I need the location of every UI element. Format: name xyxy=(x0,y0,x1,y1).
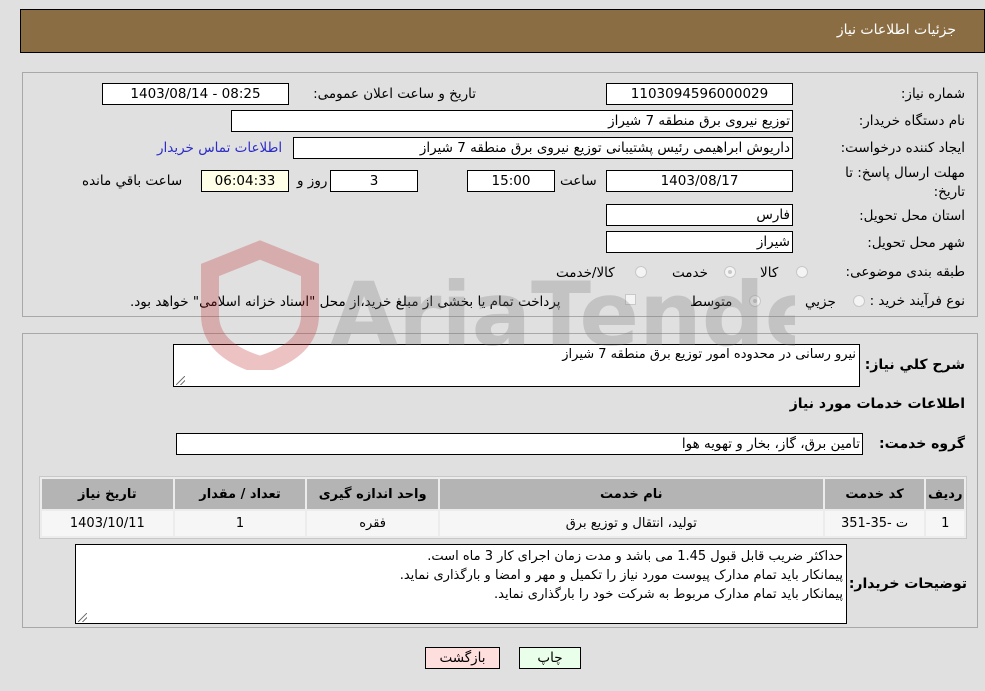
province-label: استان محل تحویل: xyxy=(859,208,965,224)
col-header-unit: واحد اندازه گیری xyxy=(307,479,438,509)
remaining-days-field[interactable]: 3 xyxy=(330,170,418,192)
treasury-checkbox-label: پرداخت تمام یا بخشی از مبلغ خرید،از محل … xyxy=(130,294,561,310)
cell-row: 1 xyxy=(926,511,964,536)
buyer-note-line: حداکثر ضریب قابل قبول 1.45 می باشد و مدت… xyxy=(427,549,843,564)
need-number-field[interactable]: 1103094596000029 xyxy=(606,83,793,105)
page-header: جزئیات اطلاعات نیاز xyxy=(20,9,985,53)
purchase-option-medium: متوسط xyxy=(690,294,733,310)
purchase-radio-medium[interactable] xyxy=(749,295,761,307)
table-header-row: ردیف کد خدمت نام خدمت واحد اندازه گیری ت… xyxy=(42,479,964,509)
announce-datetime-label: تاریخ و ساعت اعلان عمومی: xyxy=(313,86,476,102)
buyer-contact-link[interactable]: اطلاعات تماس خریدار xyxy=(157,140,282,156)
buyer-org-field[interactable]: توزیع نیروی برق منطقه 7 شیراز xyxy=(231,110,793,132)
col-header-code: کد خدمت xyxy=(824,479,925,509)
table-row: 1 ت -35-351 تولید، انتقال و توزیع برق فق… xyxy=(42,511,964,536)
col-header-date: تاریخ نیاز xyxy=(42,479,173,509)
remaining-time-field: 06:04:33 xyxy=(201,170,289,192)
back-button[interactable]: بازگشت xyxy=(425,647,500,669)
requester-field[interactable]: داریوش ابراهیمی رئیس پشتیبانی توزیع نیرو… xyxy=(293,137,793,159)
cell-code: ت -35-351 xyxy=(824,511,925,536)
summary-label: شرح کلي نیاز: xyxy=(864,357,965,373)
services-table: ردیف کد خدمت نام خدمت واحد اندازه گیری ت… xyxy=(39,476,967,539)
buyer-note-line: پیمانکار باید تمام مدارک مربوط به شرکت خ… xyxy=(494,587,843,602)
resize-grip-icon[interactable] xyxy=(176,376,185,385)
cell-qty: 1 xyxy=(174,511,306,536)
remaining-time-label: ساعت باقي مانده xyxy=(82,173,183,189)
deadline-label: مهلت ارسال پاسخ: تا تاریخ: xyxy=(845,165,965,200)
requester-label: ایجاد کننده درخواست: xyxy=(840,140,965,156)
purchase-option-minor: جزيي xyxy=(805,294,836,310)
category-label: طبقه بندی موضوعی: xyxy=(845,264,965,280)
col-header-qty: تعداد / مقدار xyxy=(174,479,306,509)
cell-unit: فقره xyxy=(307,511,438,536)
buyer-note-line: پیمانکار باید تمام مدارک پیوست مورد نیاز… xyxy=(399,568,843,583)
deadline-date-field[interactable]: 1403/08/17 xyxy=(606,170,793,192)
category-option-goods-service: کالا/خدمت xyxy=(556,265,615,281)
resize-grip-icon[interactable] xyxy=(78,613,87,622)
print-button[interactable]: چاپ xyxy=(519,647,581,669)
summary-text: نیرو رسانی در محدوده امور توزیع برق منطق… xyxy=(562,347,856,362)
purchase-radio-minor[interactable] xyxy=(853,295,865,307)
category-radio-goods[interactable] xyxy=(796,266,808,278)
summary-textarea[interactable]: نیرو رسانی در محدوده امور توزیع برق منطق… xyxy=(173,344,860,387)
services-heading: اطلاعات خدمات مورد نیاز xyxy=(789,396,965,412)
announce-datetime-field[interactable]: 1403/08/14 - 08:25 xyxy=(102,83,289,105)
service-group-field[interactable]: تامین برق، گاز، بخار و تهویه هوا xyxy=(176,433,863,455)
buyer-notes-textarea[interactable]: حداکثر ضریب قابل قبول 1.45 می باشد و مدت… xyxy=(75,544,847,624)
buyer-notes-label: توضیحات خریدار: xyxy=(848,576,967,592)
need-number-label: شماره نیاز: xyxy=(900,86,965,102)
city-field[interactable]: شیراز xyxy=(606,231,793,253)
buyer-org-label: نام دستگاه خریدار: xyxy=(858,113,965,129)
service-group-label: گروه خدمت: xyxy=(879,436,965,452)
treasury-checkbox[interactable] xyxy=(625,294,636,305)
days-label: روز و xyxy=(297,173,328,189)
category-radio-service[interactable] xyxy=(724,266,736,278)
city-label: شهر محل تحویل: xyxy=(867,235,965,251)
deadline-time-label: ساعت xyxy=(560,173,597,189)
category-option-goods: کالا xyxy=(760,265,779,281)
col-header-row: ردیف xyxy=(926,479,964,509)
cell-date: 1403/10/11 xyxy=(42,511,173,536)
province-field[interactable]: فارس xyxy=(606,204,793,226)
category-option-service: خدمت xyxy=(672,265,708,281)
deadline-time-field[interactable]: 15:00 xyxy=(467,170,555,192)
col-header-name: نام خدمت xyxy=(439,479,823,509)
page-title: جزئیات اطلاعات نیاز xyxy=(836,22,956,38)
category-radio-goods-service[interactable] xyxy=(635,266,647,278)
cell-name: تولید، انتقال و توزیع برق xyxy=(439,511,823,536)
purchase-type-label: نوع فرآیند خرید : xyxy=(869,293,965,309)
